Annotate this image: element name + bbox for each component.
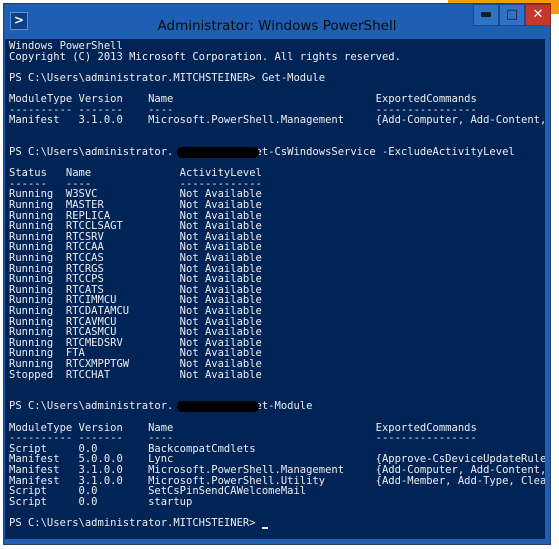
console-line: PS C:\Users\administrator.MITCHSTEINER>: [9, 517, 262, 529]
console-output[interactable]: Windows PowerShell Copyright (C) 2013 Mic…: [5, 39, 545, 539]
console-line: Stopped RTCCHAT Not Available: [9, 368, 262, 381]
console-line: Manifest 3.1.0.0 Microsoft.PowerShell.Ma…: [9, 114, 545, 127]
title-bar[interactable]: > Administrator: Windows PowerShell ▬ □ …: [4, 4, 551, 40]
redacted-hostname: [176, 147, 260, 158]
redacted-hostname: [176, 401, 260, 413]
minimize-button[interactable]: ▬: [473, 4, 499, 26]
console-line: PS C:\Users\administrator.MITCHSTEINER> …: [9, 71, 326, 84]
console-line: PS C:\Users\administrator. Get-Module: [9, 400, 313, 413]
console-line: PS C:\Users\administrator. Get-CsWindows…: [9, 146, 515, 158]
text-cursor: [262, 527, 269, 529]
window-title: Administrator: Windows PowerShell: [157, 18, 397, 34]
maximize-button[interactable]: □: [499, 4, 525, 26]
console-line: Copyright (C) 2013 Microsoft Corporation…: [9, 50, 401, 63]
console-line: Script 0.0 startup: [9, 495, 193, 508]
close-button[interactable]: ✕: [525, 4, 551, 26]
